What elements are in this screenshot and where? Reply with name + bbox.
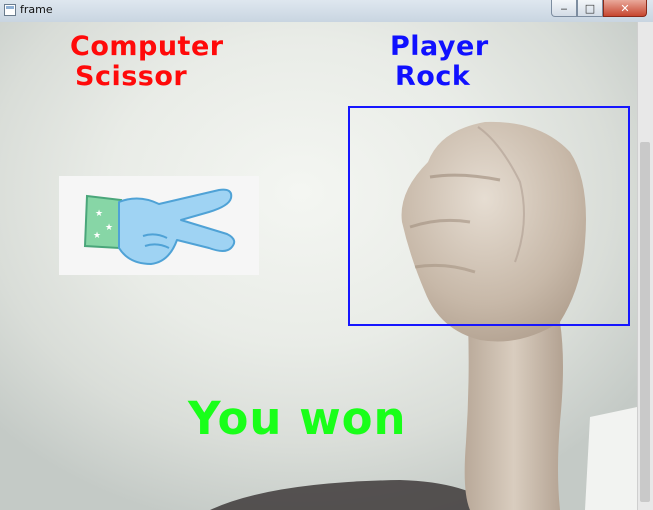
bright-patch <box>585 407 637 510</box>
maximize-button[interactable]: □ <box>577 0 603 17</box>
scrollbar-thumb[interactable] <box>640 142 650 502</box>
result-text: You won <box>188 392 407 445</box>
player-label: Player <box>390 31 489 62</box>
computer-move-image: ★ ★ ★ <box>59 176 259 275</box>
scissors-hand-icon: ★ ★ ★ <box>83 188 236 265</box>
close-button[interactable]: ✕ <box>603 0 647 17</box>
camera-frame: Computer Scissor Player Rock ★ ★ ★ You w… <box>0 22 637 510</box>
svg-text:★: ★ <box>93 231 101 241</box>
app-window-icon <box>4 4 16 16</box>
computer-move: Scissor <box>75 61 188 92</box>
window-controls: ‒ □ ✕ <box>551 0 647 17</box>
player-detection-box <box>348 106 630 326</box>
window-title: frame <box>20 3 53 16</box>
player-move: Rock <box>395 61 471 92</box>
player-arm <box>464 322 563 510</box>
vertical-scrollbar[interactable] <box>637 22 653 510</box>
minimize-button[interactable]: ‒ <box>551 0 577 17</box>
computer-label: Computer <box>70 31 224 62</box>
dark-object <box>210 480 500 510</box>
svg-text:★: ★ <box>105 223 113 233</box>
window-title-bar: frame ‒ □ ✕ <box>0 0 653 23</box>
svg-text:★: ★ <box>95 209 103 219</box>
